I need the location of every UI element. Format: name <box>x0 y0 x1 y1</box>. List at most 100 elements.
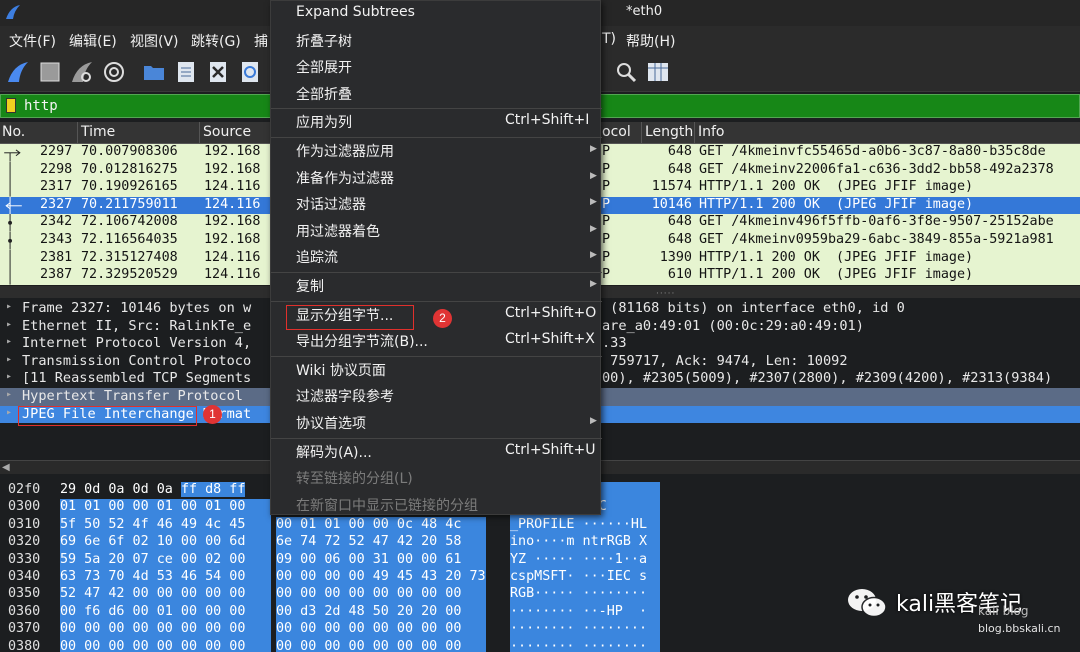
hex-bytes-right[interactable]: 00 00 00 00 00 00 00 00 <box>276 621 486 639</box>
hex-bytes-right[interactable]: 09 00 06 00 31 00 00 61 <box>276 551 486 569</box>
hex-bytes-left[interactable]: 52 47 42 00 00 00 00 00 <box>60 586 271 604</box>
hex-bytes-left[interactable]: 29 0d 0a 0d 0a ff d8 ff <box>60 482 271 499</box>
context-menu-item[interactable]: 协议首选项 ▶ <box>271 410 602 436</box>
packet-source: 192.168 <box>204 161 261 177</box>
related-packet-icon <box>5 196 22 215</box>
annotation-badge-2: 2 <box>433 309 452 328</box>
menu-item-label: 过滤器字段参考 <box>296 389 394 406</box>
menu-item-label: 转至链接的分组(L) <box>296 471 413 488</box>
hex-bytes-left[interactable]: 00 f6 d6 00 01 00 00 00 <box>60 603 271 622</box>
hex-bytes-left[interactable]: 59 5a 20 07 ce 00 02 00 <box>60 551 271 569</box>
hex-bytes-right[interactable]: 00 00 00 00 00 00 00 00 <box>276 638 486 652</box>
related-packet-icon <box>8 232 13 250</box>
packet-protocol: P <box>602 232 611 247</box>
menu-capture[interactable]: 捕 <box>254 31 268 51</box>
hex-row[interactable]: 0340 63 73 70 4d 53 46 54 00 00 00 00 00 4… <box>0 569 1080 587</box>
reload-icon[interactable] <box>238 60 262 84</box>
hex-row[interactable]: 0330 59 5a 20 07 ce 00 02 00 09 00 06 00 3… <box>0 551 1080 569</box>
expand-arrow-icon[interactable]: ▸ <box>6 389 12 400</box>
menu-help[interactable]: 帮助(H) <box>626 31 675 51</box>
expand-arrow-icon[interactable]: ▸ <box>6 319 12 330</box>
detail-text: Hypertext Transfer Protocol <box>22 388 243 404</box>
context-menu-item[interactable]: 全部展开 <box>271 54 602 80</box>
restart-fin-icon[interactable] <box>70 60 94 84</box>
shark-fin-start-icon[interactable] <box>6 60 30 84</box>
column-time[interactable]: Time <box>81 124 115 140</box>
menu-edit[interactable]: 编辑(E) <box>69 31 117 51</box>
expand-arrow-icon[interactable]: ▸ <box>6 354 12 365</box>
stop-square-icon[interactable] <box>38 60 62 84</box>
folder-open-icon[interactable] <box>142 60 166 84</box>
column-no[interactable]: No. <box>2 124 25 140</box>
expand-arrow-icon[interactable]: ▸ <box>6 336 12 347</box>
zoom-icon[interactable] <box>614 60 638 84</box>
packet-source: 192.168 <box>204 144 261 159</box>
menu-file[interactable]: 文件(F) <box>9 31 56 51</box>
expand-arrow-icon[interactable]: ▸ <box>6 407 12 418</box>
expand-arrow-icon[interactable]: ▸ <box>6 371 12 382</box>
file-save-icon[interactable] <box>174 60 198 84</box>
context-menu-item[interactable]: Expand Subtrees <box>271 1 602 27</box>
menu-item-label: 追踪流 <box>296 250 338 267</box>
context-menu-item[interactable]: 应用为列 Ctrl+Shift+I <box>271 109 602 135</box>
hex-bytes-right[interactable]: 00 00 00 00 49 45 43 20 73 <box>276 569 486 587</box>
context-menu-item[interactable]: 作为过滤器应用 ▶ <box>271 138 602 164</box>
hex-bytes-left[interactable]: 63 73 70 4d 53 46 54 00 <box>60 569 271 587</box>
hex-row[interactable]: 0320 69 6e 6f 02 10 00 00 6d 6e 74 72 52 4… <box>0 534 1080 552</box>
menu-view[interactable]: 视图(V) <box>130 31 179 51</box>
hex-ascii[interactable]: cspMSFT· ···IEC s <box>510 569 660 587</box>
context-menu-item[interactable]: 全部折叠 <box>271 81 602 107</box>
annotation-box-2 <box>286 305 414 330</box>
bookmark-icon[interactable] <box>6 98 16 113</box>
hex-ascii[interactable]: _PROFILE ······HL <box>510 516 660 535</box>
hex-ascii[interactable]: RGB····· ········ <box>510 586 660 604</box>
detail-text: Ethernet II, Src: RalinkTe_e <box>22 317 252 334</box>
detail-text-right: (81168 bits) on interface eth0, id 0 <box>602 300 905 316</box>
context-menu-item[interactable]: 追踪流 ▶ <box>271 244 602 270</box>
context-menu-item[interactable]: 用过滤器着色 ▶ <box>271 218 602 244</box>
close-file-icon[interactable] <box>206 60 230 84</box>
packet-info: HTTP/1.1 200 OK (JPEG JFIF image) <box>699 267 974 283</box>
gear-options-icon[interactable] <box>102 60 126 84</box>
hex-bytes-right[interactable]: 00 00 00 00 00 00 00 00 <box>276 586 486 604</box>
hex-ascii[interactable]: ········ ··-HP · <box>510 603 660 622</box>
column-length[interactable]: Length <box>645 124 693 140</box>
packet-source: 192.168 <box>204 232 261 247</box>
menu-tools[interactable]: T) <box>602 31 616 47</box>
hex-ascii[interactable]: YZ ····· ····1··a <box>510 551 660 569</box>
context-menu-item[interactable]: 导出分组字节流(B)... Ctrl+Shift+X <box>271 328 602 354</box>
hex-bytes-left[interactable]: 5f 50 52 4f 46 49 4c 45 <box>60 516 271 535</box>
hex-bytes-left[interactable]: 69 6e 6f 02 10 00 00 6d <box>60 534 271 552</box>
expand-arrow-icon[interactable]: ▸ <box>6 301 12 312</box>
column-source[interactable]: Source <box>203 124 251 140</box>
hex-bytes-right[interactable]: 00 01 01 00 00 0c 48 4c <box>276 516 486 535</box>
hex-bytes-left[interactable]: 01 01 00 00 01 00 01 00 <box>60 499 271 517</box>
hex-bytes-right[interactable]: 6e 74 72 52 47 42 20 58 <box>276 534 486 552</box>
context-menu-item[interactable]: 过滤器字段参考 <box>271 383 602 409</box>
context-menu-item[interactable]: 复制 ▶ <box>271 273 602 299</box>
columns-icon[interactable] <box>646 60 670 84</box>
menu-item-label: 对话过滤器 <box>296 197 366 214</box>
hex-row[interactable]: 0310 5f 50 52 4f 46 49 4c 45 00 01 01 00 0… <box>0 516 1080 535</box>
menu-item-label: 用过滤器着色 <box>296 223 380 240</box>
menu-go[interactable]: 跳转(G) <box>191 31 241 51</box>
column-protocol[interactable]: ocol <box>602 124 631 140</box>
hex-offset: 0330 <box>8 551 41 567</box>
hex-ascii[interactable]: ino····m ntrRGB X <box>510 534 660 552</box>
column-info[interactable]: Info <box>698 124 725 140</box>
hex-ascii[interactable]: ········ ········ <box>510 638 660 652</box>
context-menu-item[interactable]: 解码为(A)... Ctrl+Shift+U <box>271 439 602 465</box>
packet-info: GET /4kmeinvfc55465d-a0b6-3c87-8a80-b35c… <box>699 144 1046 159</box>
hex-bytes-left[interactable]: 00 00 00 00 00 00 00 00 <box>60 638 271 652</box>
detail-text: Frame 2327: 10146 bytes on w <box>22 300 252 316</box>
packet-protocol: P <box>602 179 611 195</box>
context-menu-item[interactable]: Wiki 协议页面 <box>271 357 602 383</box>
detail-text: [11 Reassembled TCP Segments <box>22 370 252 387</box>
context-menu-item[interactable]: 对话过滤器 ▶ <box>271 191 602 217</box>
context-menu-item[interactable]: 准备作为过滤器 ▶ <box>271 165 602 191</box>
packet-info: HTTP/1.1 200 OK (JPEG JFIF image) <box>699 196 974 212</box>
context-menu-item[interactable]: 折叠子树 <box>271 28 602 54</box>
hex-bytes-left[interactable]: 00 00 00 00 00 00 00 00 <box>60 621 271 639</box>
hex-bytes-right[interactable]: 00 d3 2d 48 50 20 20 00 <box>276 603 486 622</box>
hex-ascii[interactable]: ········ ········ <box>510 621 660 639</box>
